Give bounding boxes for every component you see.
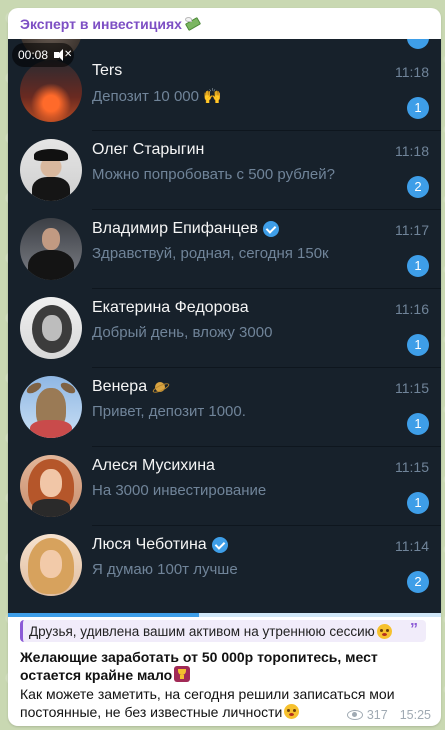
avatar xyxy=(20,534,82,596)
unread-badge: 2 xyxy=(407,176,429,198)
unread-badge xyxy=(407,39,429,49)
quote-icon: ” xyxy=(410,621,418,638)
chat-row: Екатерина Федорова Добрый день, вложу 30… xyxy=(8,289,441,368)
saturn-icon xyxy=(152,379,168,395)
verified-icon xyxy=(211,537,228,553)
chat-time: 11:15 xyxy=(395,459,429,475)
eye-icon xyxy=(346,710,363,720)
message-meta: 317 15:25 xyxy=(346,708,431,722)
avatar xyxy=(20,60,82,122)
chat-time: 11:17 xyxy=(395,222,429,238)
reply-quote-text: Друзья, удивлена вашим активом на утренн… xyxy=(29,623,375,639)
message-bold-text: Желающие заработать от 50 000р торопитес… xyxy=(20,649,378,683)
chat-name: Венера xyxy=(92,378,168,396)
grinning-face-icon xyxy=(284,704,300,719)
video-elapsed: 00:08 xyxy=(18,48,49,62)
reply-quote[interactable]: Друзья, удивлена вашим активом на утренн… xyxy=(20,620,426,642)
unread-badge: 1 xyxy=(407,413,429,435)
channel-post: Эксперт в инвестициях Ters Депозит 10 00… xyxy=(8,8,441,726)
avatar xyxy=(20,218,82,280)
chat-preview: Я думаю 100т лучше xyxy=(92,561,238,578)
chat-time: 11:14 xyxy=(395,538,429,554)
chat-preview: На 3000 инвестирование xyxy=(92,482,267,499)
video-progress-bar[interactable] xyxy=(8,613,441,617)
trophy-icon xyxy=(174,666,191,682)
unread-badge: 2 xyxy=(407,571,429,593)
unread-badge: 1 xyxy=(407,334,429,356)
chat-name: Люся Чеботина xyxy=(92,536,228,554)
channel-name-text: Эксперт в инвестициях xyxy=(20,16,182,32)
unread-badge: 1 xyxy=(407,492,429,514)
chat-preview: Добрый день, вложу 3000 xyxy=(92,324,273,341)
chat-preview: Можно попробовать с 500 рублей? xyxy=(92,166,335,183)
chat-time: 11:15 xyxy=(395,380,429,396)
chat-name: Олег Старыгин xyxy=(92,141,205,158)
chat-preview: Здравствуй, родная, сегодня 150к xyxy=(92,245,329,262)
chat-time: 11:18 xyxy=(395,143,429,159)
view-count: 317 xyxy=(366,708,388,722)
chat-time: 11:16 xyxy=(395,301,429,317)
chat-row: Ters Депозит 10 000 🙌 11:18 1 xyxy=(8,52,441,131)
chat-row: Олег Старыгин Можно попробовать с 500 ру… xyxy=(8,131,441,210)
message-time: 15:25 xyxy=(399,708,431,722)
chat-preview: Депозит 10 000 🙌 xyxy=(92,88,222,105)
video-progress-fill xyxy=(8,613,199,617)
video-player[interactable]: Ters Депозит 10 000 🙌 11:18 1 Олег Стары… xyxy=(8,39,441,613)
chat-name: Ters xyxy=(92,62,123,79)
chat-name: Алеся Мусихина xyxy=(92,457,215,474)
avatar xyxy=(20,297,82,359)
video-controls[interactable]: 00:08 ✕ xyxy=(12,43,75,67)
chat-row: Алеся Мусихина На 3000 инвестирование 11… xyxy=(8,447,441,526)
chat-row: Владимир Епифанцев Здравствуй, родная, с… xyxy=(8,210,441,289)
unread-badge: 1 xyxy=(407,97,429,119)
verified-icon xyxy=(263,221,280,237)
avatar xyxy=(20,139,82,201)
chat-name: Екатерина Федорова xyxy=(92,299,249,316)
chat-preview: Привет, депозит 1000. xyxy=(92,403,246,420)
grinning-face-icon xyxy=(376,623,392,639)
chat-name: Владимир Епифанцев xyxy=(92,220,280,238)
mute-icon[interactable]: ✕ xyxy=(54,49,72,61)
channel-name[interactable]: Эксперт в инвестициях xyxy=(20,15,202,33)
avatar xyxy=(20,376,82,438)
chat-row: Люся Чеботина Я думаю 100т лучше 11:14 2 xyxy=(8,526,441,605)
avatar xyxy=(20,455,82,517)
money-with-wings-icon xyxy=(184,15,202,33)
chat-time: 11:18 xyxy=(395,64,429,80)
chat-row: Венера Привет, депозит 1000. 11:15 1 xyxy=(8,368,441,447)
unread-badge: 1 xyxy=(407,255,429,277)
